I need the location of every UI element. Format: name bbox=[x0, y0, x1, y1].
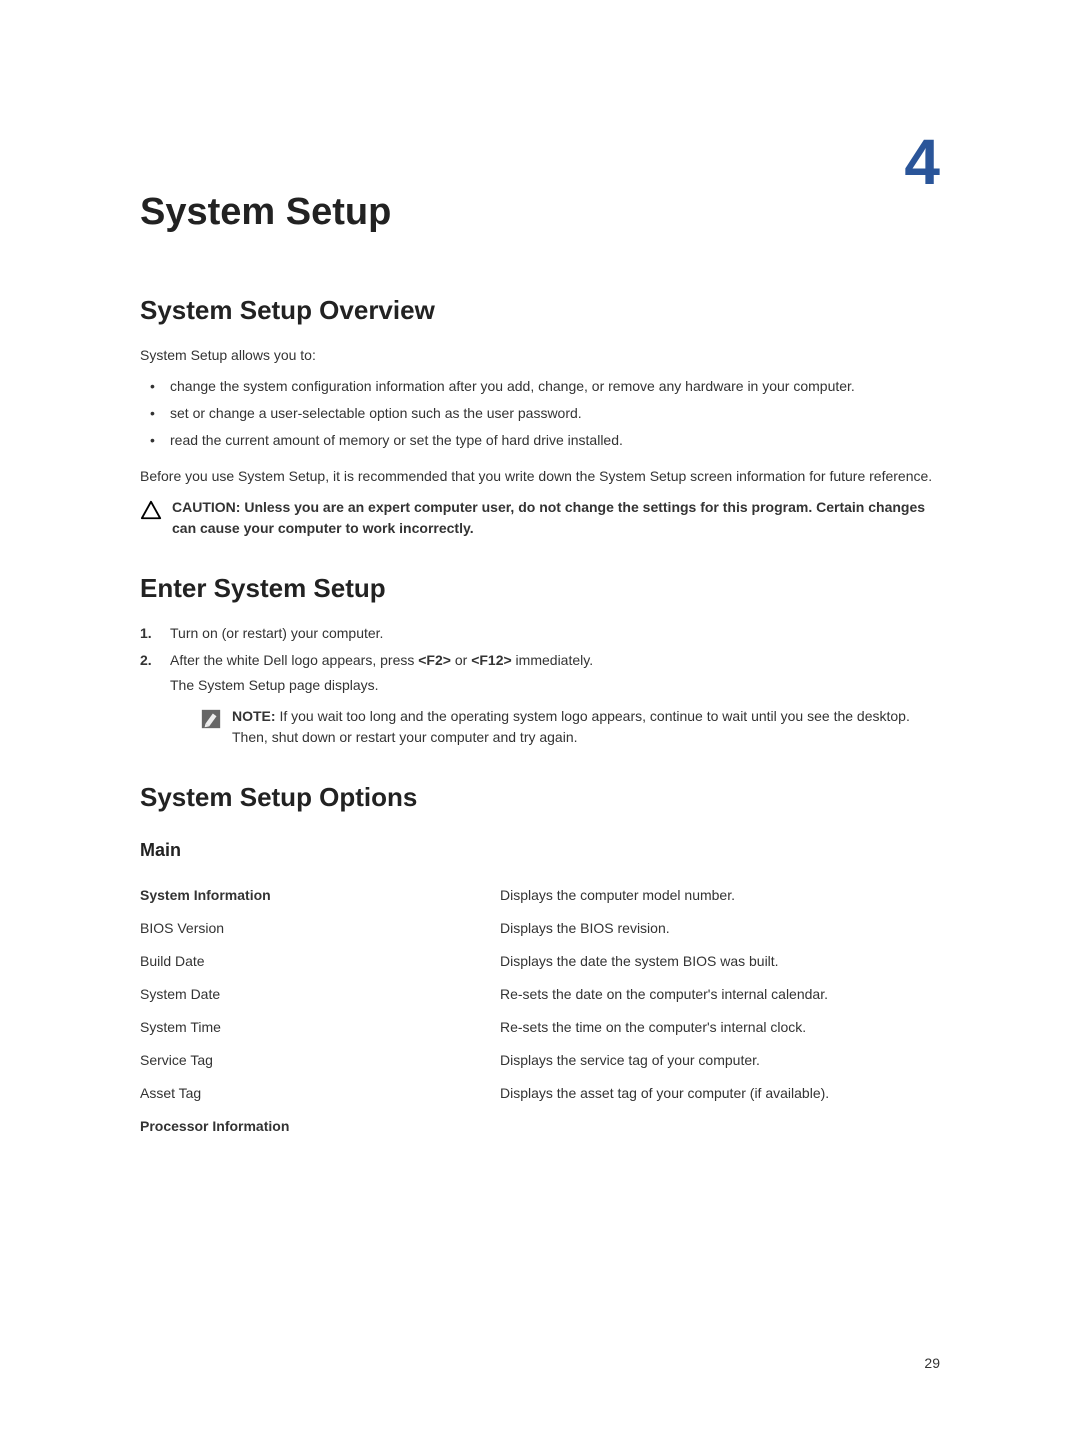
table-row: Build Date Displays the date the system … bbox=[140, 945, 940, 978]
keyboard-key: <F12> bbox=[471, 652, 511, 668]
option-desc: Displays the service tag of your compute… bbox=[500, 1044, 940, 1077]
option-label: Processor Information bbox=[140, 1110, 500, 1143]
table-row: System Information Displays the computer… bbox=[140, 879, 940, 912]
step-item: Turn on (or restart) your computer. bbox=[140, 623, 940, 644]
option-label: System Time bbox=[140, 1011, 500, 1044]
option-desc: Re-sets the date on the computer's inter… bbox=[500, 978, 940, 1011]
bullet-item: set or change a user-selectable option s… bbox=[140, 403, 940, 424]
option-desc: Displays the computer model number. bbox=[500, 879, 940, 912]
option-label: Asset Tag bbox=[140, 1077, 500, 1110]
option-label: Build Date bbox=[140, 945, 500, 978]
step-item: After the white Dell logo appears, press… bbox=[140, 650, 940, 748]
overview-heading: System Setup Overview bbox=[140, 291, 940, 330]
options-heading: System Setup Options bbox=[140, 778, 940, 817]
table-row: Service Tag Displays the service tag of … bbox=[140, 1044, 940, 1077]
option-desc: Displays the BIOS revision. bbox=[500, 912, 940, 945]
caution-callout: CAUTION: Unless you are an expert comput… bbox=[140, 497, 940, 539]
table-row: System Date Re-sets the date on the comp… bbox=[140, 978, 940, 1011]
table-row: System Time Re-sets the time on the comp… bbox=[140, 1011, 940, 1044]
enter-steps: Turn on (or restart) your computer. Afte… bbox=[140, 623, 940, 748]
enter-heading: Enter System Setup bbox=[140, 569, 940, 608]
caution-icon bbox=[140, 499, 162, 521]
step-text: immediately. bbox=[512, 652, 593, 668]
note-icon bbox=[200, 708, 222, 730]
options-subheading: Main bbox=[140, 837, 940, 864]
options-table: System Information Displays the computer… bbox=[140, 879, 940, 1143]
step-body: The System Setup page displays. bbox=[170, 675, 940, 696]
overview-paragraph: Before you use System Setup, it is recom… bbox=[140, 466, 940, 487]
option-label: System Date bbox=[140, 978, 500, 1011]
option-label: Service Tag bbox=[140, 1044, 500, 1077]
keyboard-key: <F2> bbox=[418, 652, 451, 668]
bullet-item: change the system configuration informat… bbox=[140, 376, 940, 397]
option-desc: Displays the asset tag of your computer … bbox=[500, 1077, 940, 1110]
option-desc: Displays the date the system BIOS was bu… bbox=[500, 945, 940, 978]
option-label: System Information bbox=[140, 879, 500, 912]
option-desc: Re-sets the time on the computer's inter… bbox=[500, 1011, 940, 1044]
option-desc bbox=[500, 1110, 940, 1143]
note-callout: NOTE: If you wait too long and the opera… bbox=[200, 706, 940, 748]
step-text: After the white Dell logo appears, press bbox=[170, 652, 418, 668]
table-row: BIOS Version Displays the BIOS revision. bbox=[140, 912, 940, 945]
page-number: 29 bbox=[924, 1353, 940, 1374]
option-label: BIOS Version bbox=[140, 912, 500, 945]
overview-intro: System Setup allows you to: bbox=[140, 345, 940, 366]
table-row: Processor Information bbox=[140, 1110, 940, 1143]
step-text: or bbox=[451, 652, 471, 668]
page-title: System Setup bbox=[140, 184, 940, 241]
caution-text: CAUTION: Unless you are an expert comput… bbox=[172, 497, 940, 539]
overview-bullets: change the system configuration informat… bbox=[140, 376, 940, 451]
bullet-item: read the current amount of memory or set… bbox=[140, 430, 940, 451]
note-text: NOTE: If you wait too long and the opera… bbox=[232, 706, 940, 748]
table-row: Asset Tag Displays the asset tag of your… bbox=[140, 1077, 940, 1110]
